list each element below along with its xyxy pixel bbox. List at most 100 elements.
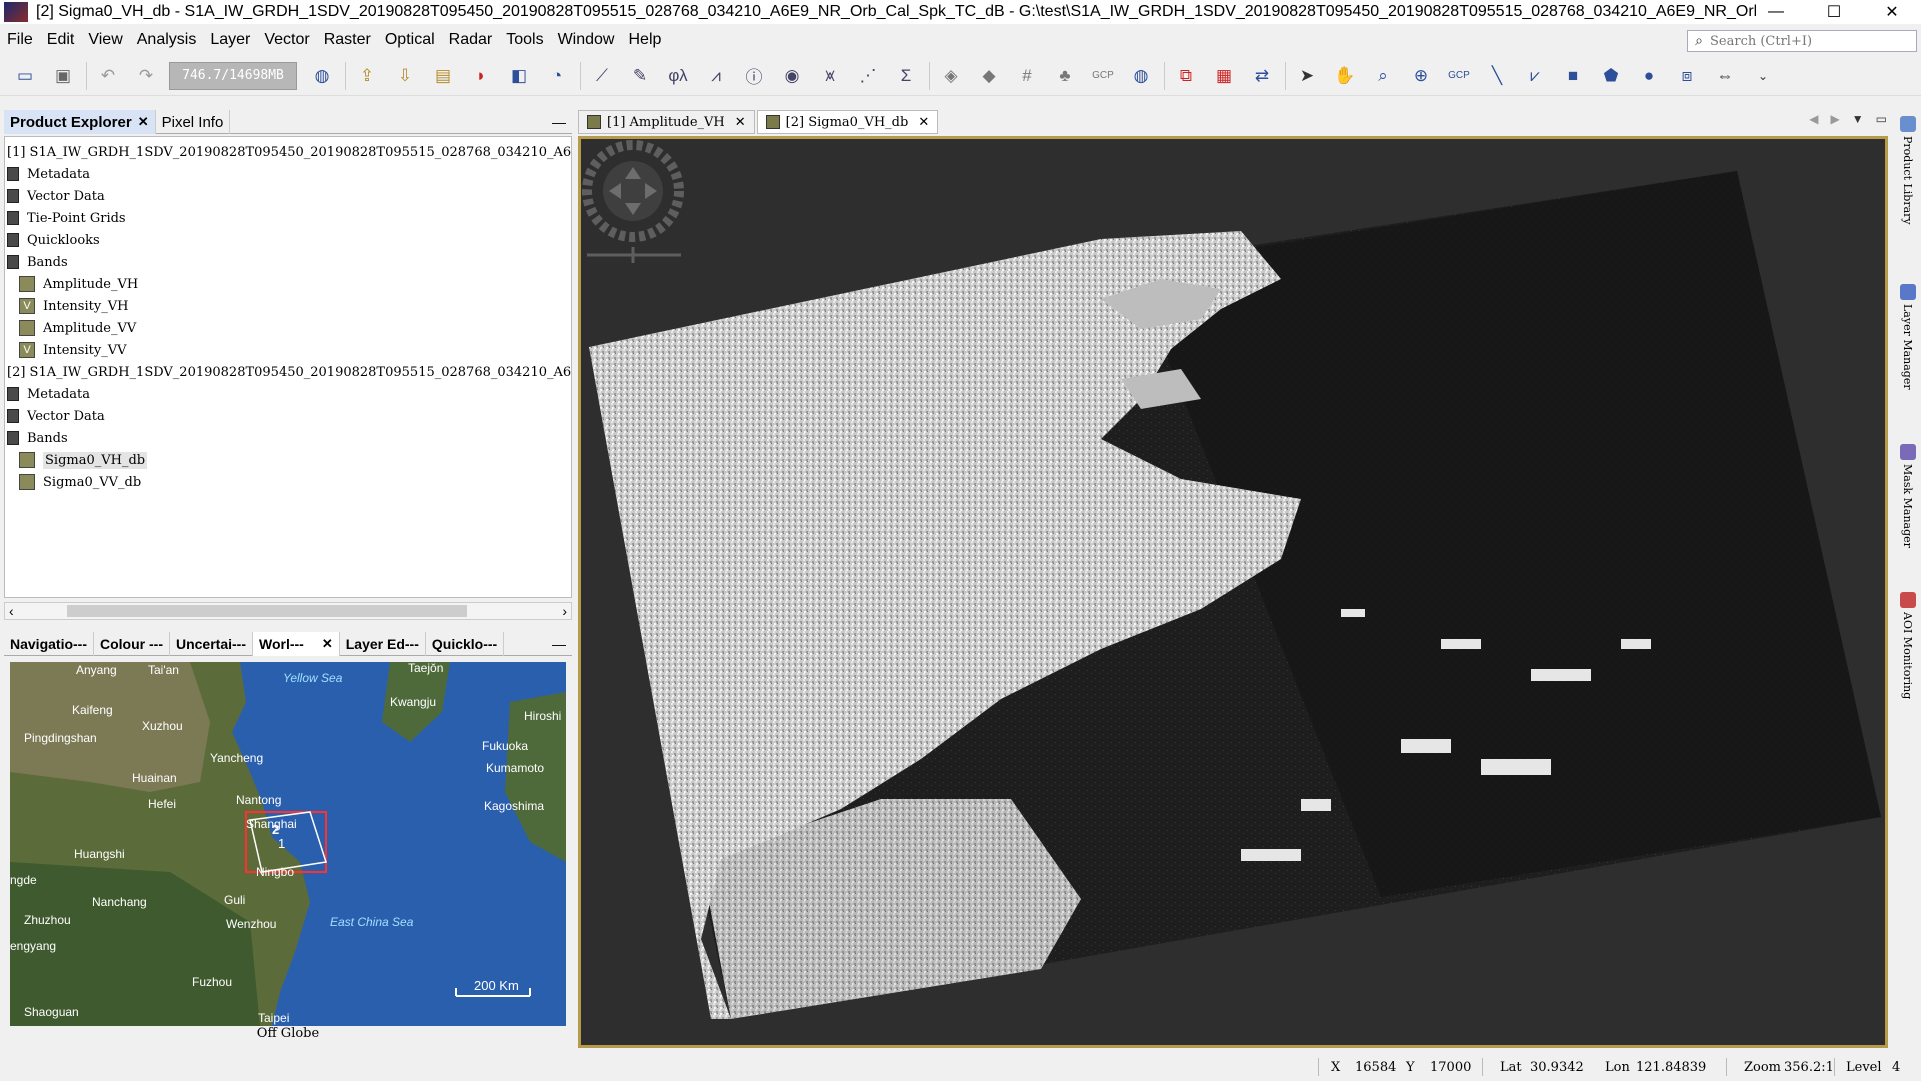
- spectrum-icon[interactable]: φλ: [663, 61, 693, 91]
- scroll-right-icon[interactable]: ▶: [1831, 112, 1840, 126]
- search-box[interactable]: ⌕ Search (Ctrl+I): [1687, 30, 1917, 52]
- rgb-image-icon[interactable]: ◗: [466, 61, 496, 91]
- maximize-button[interactable]: ☐: [1805, 0, 1863, 24]
- side-tab-aoi-monitoring[interactable]: AOI Monitoring: [1894, 592, 1921, 699]
- tree-band-sigma0-vv-db[interactable]: Sigma0_VV_db: [19, 471, 141, 493]
- tree-node-metadata[interactable]: Metadata: [7, 383, 90, 405]
- edit-icon[interactable]: ✎: [625, 61, 655, 91]
- close-icon[interactable]: ✕: [735, 114, 746, 130]
- tree-band-intensity-vh[interactable]: V Intensity_VH: [19, 295, 128, 317]
- scroll-right-icon[interactable]: ›: [562, 603, 567, 619]
- menu-edit[interactable]: Edit: [40, 31, 82, 49]
- polygon-tool-icon[interactable]: ⬟: [1596, 61, 1626, 91]
- import-icon[interactable]: ⇪: [352, 61, 382, 91]
- side-tab-mask-manager[interactable]: Mask Manager: [1894, 444, 1921, 548]
- tab-amplitude-vh[interactable]: [1] Amplitude_VH ✕: [578, 110, 755, 134]
- minimize-panel-icon[interactable]: —: [552, 114, 566, 130]
- graticule-icon[interactable]: #: [1012, 61, 1042, 91]
- tab-product-explorer[interactable]: Product Explorer ✕: [4, 110, 156, 134]
- tab-world-view[interactable]: Worl--- ✕: [253, 632, 340, 656]
- open-product-icon[interactable]: ▭: [10, 61, 40, 91]
- menu-help[interactable]: Help: [621, 31, 668, 49]
- menu-tools[interactable]: Tools: [499, 31, 550, 49]
- menu-raster[interactable]: Raster: [317, 31, 378, 49]
- sync-views-icon[interactable]: ◈: [936, 61, 966, 91]
- world-map-icon[interactable]: ◍: [1126, 61, 1156, 91]
- navigation-control[interactable]: [582, 140, 684, 263]
- maximize-panel-icon[interactable]: ▭: [1876, 112, 1887, 126]
- side-tab-product-library[interactable]: Product Library: [1894, 116, 1921, 225]
- tab-list-icon[interactable]: ▼: [1852, 112, 1864, 126]
- minimize-button[interactable]: —: [1747, 0, 1805, 24]
- menu-vector[interactable]: Vector: [257, 31, 316, 49]
- world-view-icon[interactable]: ◔: [542, 61, 572, 91]
- gcp-manager-icon[interactable]: GCP: [1088, 61, 1118, 91]
- tab-uncertainty[interactable]: Uncertai---: [170, 632, 253, 656]
- tab-layer-editor[interactable]: Layer Ed---: [340, 632, 426, 656]
- pan-tool-icon[interactable]: ✋: [1330, 61, 1360, 91]
- tree-band-amplitude-vh[interactable]: Amplitude_VH: [19, 273, 138, 295]
- tree-node-bands[interactable]: Bands: [7, 251, 68, 273]
- histogram-icon[interactable]: ⩘: [701, 61, 731, 91]
- memory-indicator[interactable]: 746.7/14698MB: [169, 61, 297, 90]
- tab-quicklooks[interactable]: Quicklo---: [426, 632, 505, 656]
- pin-manager-icon[interactable]: ♣: [1050, 61, 1080, 91]
- save-product-icon[interactable]: ▣: [48, 61, 78, 91]
- tab-navigation[interactable]: Navigatio---: [4, 632, 94, 656]
- statistics-icon[interactable]: Σ: [891, 61, 921, 91]
- ellipse-tool-icon[interactable]: ●: [1634, 61, 1664, 91]
- menu-analysis[interactable]: Analysis: [130, 31, 204, 49]
- plot-icon[interactable]: ⩙: [815, 61, 845, 91]
- tree-node-bands[interactable]: Bands: [7, 427, 68, 449]
- pin-tool-icon[interactable]: ⊕: [1406, 61, 1436, 91]
- menu-layer[interactable]: Layer: [203, 31, 257, 49]
- close-icon[interactable]: ✕: [918, 114, 929, 130]
- band-maths-icon[interactable]: ▤: [428, 61, 458, 91]
- close-icon[interactable]: ✕: [138, 114, 149, 130]
- tree-band-amplitude-vv[interactable]: Amplitude_VV: [19, 317, 136, 339]
- scrollbar-thumb[interactable]: [67, 605, 467, 617]
- search-input[interactable]: Search (Ctrl+I): [1710, 34, 1812, 49]
- close-button[interactable]: ✕: [1863, 0, 1921, 24]
- side-tab-layer-manager[interactable]: Layer Manager: [1894, 284, 1921, 390]
- undo-icon[interactable]: ↶: [93, 61, 123, 91]
- menu-radar[interactable]: Radar: [442, 31, 500, 49]
- scroll-left-icon[interactable]: ◀: [1809, 112, 1818, 126]
- close-icon[interactable]: ✕: [322, 636, 333, 652]
- tree-band-intensity-vv[interactable]: V Intensity_VV: [19, 339, 126, 361]
- analysis-icon[interactable]: ◉: [777, 61, 807, 91]
- tab-sigma0-vh-db[interactable]: [2] Sigma0_VH_db ✕: [756, 110, 939, 134]
- minimize-panel-icon[interactable]: —: [552, 636, 566, 652]
- chevron-down-icon[interactable]: ⌄: [1748, 61, 1778, 91]
- redo-icon[interactable]: ↷: [131, 61, 161, 91]
- line-tool-icon[interactable]: ╲: [1482, 61, 1512, 91]
- menu-window[interactable]: Window: [551, 31, 622, 49]
- product-library-icon[interactable]: ⇄: [1247, 61, 1277, 91]
- session-icon[interactable]: ◧: [504, 61, 534, 91]
- tab-pixel-info[interactable]: Pixel Info: [156, 110, 231, 134]
- menu-optical[interactable]: Optical: [378, 31, 442, 49]
- tree-node-tie-point-grids[interactable]: Tie-Point Grids: [7, 207, 126, 229]
- tree-product-2[interactable]: [2] S1A_IW_GRDH_1SDV_20190828T095450_201…: [7, 361, 571, 383]
- export-icon[interactable]: ⇩: [390, 61, 420, 91]
- graph-builder-icon[interactable]: ⧉: [1171, 61, 1201, 91]
- tree-band-sigma0-vh-db[interactable]: Sigma0_VH_db: [19, 449, 148, 471]
- world-map-canvas[interactable]: Anyang Tai'an Taejŏn Yellow Sea Kaifeng …: [10, 662, 566, 1026]
- garbage-collect-icon[interactable]: ◍: [307, 61, 337, 91]
- gcp-tool-icon[interactable]: GCP: [1444, 61, 1474, 91]
- tree-horizontal-scrollbar[interactable]: ‹ ›: [4, 602, 572, 620]
- scatter-plot-icon[interactable]: ⋰: [853, 61, 883, 91]
- rectangle-tool-icon[interactable]: ■: [1558, 61, 1588, 91]
- zoom-tool-icon[interactable]: ⌕: [1368, 61, 1398, 91]
- select-tool-icon[interactable]: ➤: [1292, 61, 1322, 91]
- tree-node-vector-data[interactable]: Vector Data: [7, 405, 105, 427]
- menu-view[interactable]: View: [81, 31, 129, 49]
- sar-image-canvas[interactable]: [581, 139, 1885, 1045]
- info-icon[interactable]: ⓘ: [739, 61, 769, 91]
- range-finder-icon[interactable]: ⇔: [1710, 61, 1740, 91]
- image-view[interactable]: [578, 136, 1888, 1048]
- profile-plot-icon[interactable]: ⟋: [587, 61, 617, 91]
- tab-colour-manipulation[interactable]: Colour ---: [94, 632, 170, 656]
- insert-vector-icon[interactable]: ⧈: [1672, 61, 1702, 91]
- scroll-left-icon[interactable]: ‹: [9, 603, 14, 619]
